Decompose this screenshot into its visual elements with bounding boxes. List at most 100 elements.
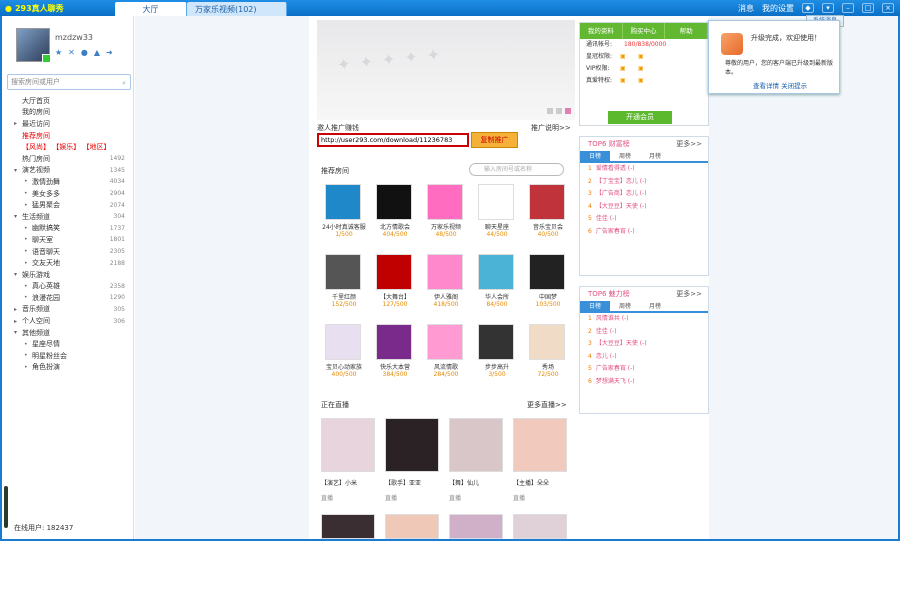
room-card[interactable]: 秀场 72/500 bbox=[523, 324, 573, 386]
skin-icon[interactable]: ◆ bbox=[802, 3, 814, 13]
tree-item[interactable]: ▾ 演艺视频 1345 bbox=[2, 165, 133, 177]
tab-weekly[interactable]: 周榜 bbox=[610, 301, 640, 311]
live-card[interactable]: 【演艺】小米 直播 bbox=[321, 418, 379, 508]
room-card[interactable]: 音乐宝贝会 40/500 bbox=[523, 184, 573, 246]
tree-item[interactable]: 推荐房间 bbox=[2, 130, 133, 142]
live-card[interactable]: 【舞】仙儿 直播 bbox=[449, 418, 507, 508]
scroll-handle[interactable] bbox=[4, 486, 8, 528]
tree-item[interactable]: ▸ 个人空间 306 bbox=[2, 315, 133, 327]
tree-item[interactable]: ▸ 最近访问 bbox=[2, 118, 133, 130]
tab-purchase[interactable]: 购买中心 bbox=[623, 23, 666, 39]
live-more-link[interactable]: 更多直播>> bbox=[527, 400, 567, 410]
tree-item[interactable]: • 星座尽情 bbox=[2, 338, 133, 350]
room-thumbnail[interactable] bbox=[325, 184, 361, 220]
rank-item[interactable]: 1 风情谁共 (-) bbox=[580, 313, 708, 326]
room-thumbnail[interactable] bbox=[376, 254, 412, 290]
live-thumbnail[interactable] bbox=[321, 418, 375, 472]
live-thumbnail[interactable] bbox=[449, 418, 503, 472]
room-card[interactable]: 北方情歌会 404/500 bbox=[370, 184, 420, 246]
settings-link[interactable]: 我的设置 bbox=[762, 3, 794, 14]
room-thumbnail[interactable] bbox=[376, 324, 412, 360]
tab-my-info[interactable]: 我的资料 bbox=[580, 23, 623, 39]
search-icon[interactable]: ⌕ bbox=[122, 76, 126, 90]
tools-icon[interactable]: ✕ bbox=[68, 48, 75, 57]
star-icon[interactable]: ★ bbox=[55, 48, 62, 57]
minimize-icon[interactable]: – bbox=[842, 3, 854, 13]
help-icon[interactable]: ● bbox=[81, 48, 88, 57]
room-card[interactable]: 中国梦 103/500 bbox=[523, 254, 573, 316]
tab-monthly[interactable]: 月榜 bbox=[640, 301, 670, 311]
live-thumbnail[interactable] bbox=[513, 514, 567, 539]
room-thumbnail[interactable] bbox=[529, 324, 565, 360]
banner-dot[interactable] bbox=[556, 108, 562, 114]
room-thumbnail[interactable] bbox=[478, 184, 514, 220]
tree-item[interactable]: • 交友天地 2188 bbox=[2, 257, 133, 269]
banner-dot-active[interactable] bbox=[565, 108, 571, 114]
room-card[interactable]: 宝贝心动家族 400/500 bbox=[319, 324, 369, 386]
room-card[interactable]: 万家乐视频 48/500 bbox=[421, 184, 471, 246]
tree-item[interactable]: ▾ 生活频道 304 bbox=[2, 211, 133, 223]
tree-item[interactable]: 大厅首页 bbox=[2, 95, 133, 107]
room-card[interactable]: 华人会所 84/500 bbox=[472, 254, 522, 316]
room-card[interactable]: 千里红颜 152/500 bbox=[319, 254, 369, 316]
tab-room[interactable]: 万家乐视频(102) bbox=[187, 2, 287, 16]
copy-promo-button[interactable]: 复制推广 bbox=[471, 132, 518, 148]
close-icon[interactable]: × bbox=[882, 3, 894, 13]
rank-item[interactable]: 6 梦想满天飞 (-) bbox=[580, 376, 708, 389]
banner[interactable]: ✦ ✦ ✦ ✦ ✦ bbox=[317, 20, 575, 120]
rank-item[interactable]: 3 【广告商】恋儿 (-) bbox=[580, 188, 708, 201]
live-card[interactable] bbox=[513, 514, 571, 604]
rank-item[interactable]: 5 佳佳 (-) bbox=[580, 213, 708, 226]
rank-item[interactable]: 4 恋儿 (-) bbox=[580, 351, 708, 364]
room-thumbnail[interactable] bbox=[478, 324, 514, 360]
top-charm-more-link[interactable]: 更多>> bbox=[676, 287, 702, 301]
tab-daily[interactable]: 日榜 bbox=[580, 151, 610, 161]
tree-item[interactable]: • 明星粉丝会 bbox=[2, 350, 133, 362]
room-thumbnail[interactable] bbox=[427, 324, 463, 360]
tree-item[interactable]: ▾ 其他频道 bbox=[2, 327, 133, 339]
room-card[interactable]: 伊人雅阁 418/500 bbox=[421, 254, 471, 316]
tree-item[interactable]: 【风尚】 【娱乐】 【地区】 bbox=[2, 141, 133, 153]
search-input[interactable]: 搜索房间或用户 ⌕ bbox=[7, 74, 131, 90]
room-thumbnail[interactable] bbox=[325, 324, 361, 360]
tree-item[interactable]: • 美女多多 2904 bbox=[2, 188, 133, 200]
menu-icon[interactable]: ▾ bbox=[822, 3, 834, 13]
room-thumbnail[interactable] bbox=[376, 184, 412, 220]
tree-item[interactable]: ▾ 娱乐游戏 bbox=[2, 269, 133, 281]
notification-link[interactable]: 查看详情 关闭提示 bbox=[753, 80, 807, 90]
tree-item[interactable]: • 真心英雄 2358 bbox=[2, 281, 133, 293]
live-card[interactable]: 【主播】朵朵 直播 bbox=[513, 418, 571, 508]
tree-item[interactable]: • 语音聊天 2305 bbox=[2, 246, 133, 258]
room-card[interactable]: 24小时真诚客服 1/500 bbox=[319, 184, 369, 246]
tab-lobby[interactable]: 大厅 bbox=[115, 2, 187, 16]
room-card[interactable]: 快乐大本营 384/500 bbox=[370, 324, 420, 386]
tree-item[interactable]: ▸ 音乐频道 305 bbox=[2, 304, 133, 316]
tab-monthly[interactable]: 月榜 bbox=[640, 151, 670, 161]
top-rich-more-link[interactable]: 更多>> bbox=[676, 137, 702, 151]
room-thumbnail[interactable] bbox=[529, 254, 565, 290]
live-thumbnail[interactable] bbox=[385, 418, 439, 472]
rank-item[interactable]: 2 佳佳 (-) bbox=[580, 326, 708, 339]
live-thumbnail[interactable] bbox=[513, 418, 567, 472]
live-thumbnail[interactable] bbox=[449, 514, 503, 539]
rank-item[interactable]: 4 【大豆豆】天使 (-) bbox=[580, 201, 708, 214]
user-icon[interactable]: ▲ bbox=[94, 48, 100, 57]
tab-weekly[interactable]: 周榜 bbox=[610, 151, 640, 161]
room-thumbnail[interactable] bbox=[529, 184, 565, 220]
rank-item[interactable]: 3 【大豆豆】天使 (-) bbox=[580, 338, 708, 351]
room-card[interactable]: 步步高升 3/500 bbox=[472, 324, 522, 386]
live-card[interactable] bbox=[321, 514, 379, 604]
rank-item[interactable]: 5 广告家春宵 (-) bbox=[580, 363, 708, 376]
share-icon[interactable]: ➜ bbox=[106, 48, 113, 57]
tree-item[interactable]: • 幽默搞笑 1737 bbox=[2, 223, 133, 235]
live-card[interactable] bbox=[385, 514, 443, 604]
tab-help[interactable]: 帮助 bbox=[665, 23, 709, 39]
room-card[interactable]: 【大舞台】 127/500 bbox=[370, 254, 420, 316]
live-thumbnail[interactable] bbox=[385, 514, 439, 539]
tree-item[interactable]: • 激情劲舞 4034 bbox=[2, 176, 133, 188]
tree-item[interactable]: 热门房间 1492 bbox=[2, 153, 133, 165]
room-thumbnail[interactable] bbox=[325, 254, 361, 290]
tree-item[interactable]: • 浪漫花园 1290 bbox=[2, 292, 133, 304]
room-thumbnail[interactable] bbox=[427, 184, 463, 220]
room-card[interactable]: 风流情歌 284/500 bbox=[421, 324, 471, 386]
